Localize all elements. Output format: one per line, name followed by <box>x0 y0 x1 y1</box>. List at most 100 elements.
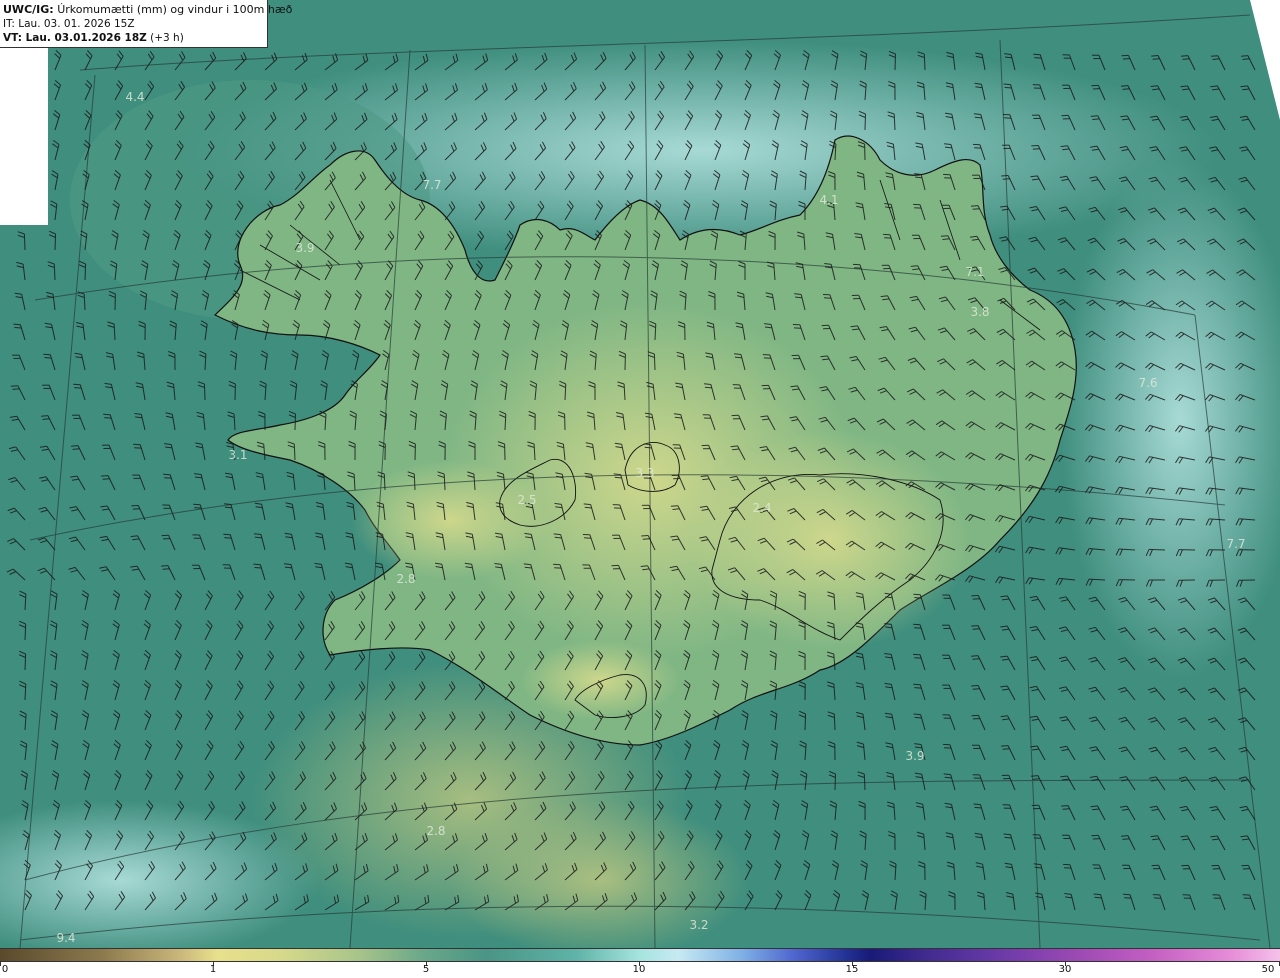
wind-barb-feather <box>672 508 680 510</box>
wind-barb-staff <box>24 623 27 641</box>
wind-barb-feather <box>1120 835 1128 837</box>
value-label: 3.1 <box>228 448 248 462</box>
value-label: 7.1 <box>965 265 985 279</box>
wind-barb-feather <box>943 773 951 776</box>
wind-barb-staff <box>1148 548 1166 551</box>
wind-barb-feather <box>101 475 109 477</box>
wind-barb-feather <box>1033 53 1041 56</box>
wind-barb-staff <box>834 773 836 791</box>
map-header: UWC/IG: Úrkomumætti (mm) og vindur i 100… <box>0 0 292 48</box>
wind-barb-feather <box>974 116 982 119</box>
wind-barb-staff <box>413 473 416 491</box>
wind-barb-feather <box>1030 775 1039 777</box>
wind-barb-feather <box>1122 88 1130 90</box>
value-label: 4.1 <box>819 193 839 207</box>
wind-barb-feather <box>942 238 950 240</box>
colorbar-strip <box>0 948 1280 962</box>
wind-barb-feather <box>914 687 922 689</box>
wind-barb-feather <box>972 628 980 630</box>
wind-barb-feather <box>1150 85 1158 87</box>
vt-suffix: (+3 h) <box>150 32 184 44</box>
header-title-row: UWC/IG: Úrkomumætti (mm) og vindur i 100… <box>3 3 292 17</box>
wind-barb-feather <box>253 563 261 566</box>
wind-barb-feather <box>702 478 710 481</box>
wind-barb-feather <box>40 415 48 417</box>
wind-barb-feather <box>1094 896 1102 899</box>
value-label: 3.9 <box>295 241 315 255</box>
wind-barb-feather <box>1003 83 1011 86</box>
wind-barb-staff <box>23 233 26 251</box>
precipitation-colorbar: 0 1 5 10 15 30 50 <box>0 948 1280 978</box>
wind-barb-feather <box>1212 58 1220 60</box>
wind-barb-feather <box>914 597 922 599</box>
wind-barb-feather <box>42 418 50 420</box>
wind-barb-feather <box>12 388 20 390</box>
value-label: 3.9 <box>905 749 925 763</box>
wind-barb-feather <box>1122 838 1130 840</box>
wind-barb-feather <box>1182 58 1190 60</box>
colorbar-label: 1 <box>209 964 217 975</box>
wind-barb-feather <box>972 688 980 690</box>
colorbar-label: 10 <box>632 964 646 975</box>
wind-barb-feather <box>161 565 169 567</box>
wind-barb-feather <box>614 476 622 479</box>
wind-barb-feather <box>944 776 952 779</box>
wind-barb-feather <box>1002 748 1010 750</box>
wind-barb-feather <box>971 625 979 627</box>
map-panel[interactable]: UWC/IG: Úrkomumætti (mm) og vindur i 100… <box>0 0 1280 948</box>
wind-barb-feather <box>971 685 979 687</box>
wind-barb-staff <box>653 353 656 371</box>
wind-barb-feather <box>974 806 982 809</box>
value-label: 3.2 <box>689 918 709 932</box>
wind-barb-feather <box>1004 86 1012 89</box>
wind-barb-feather <box>972 208 980 210</box>
colorbar-label: 5 <box>422 964 430 975</box>
wind-barb-feather <box>613 473 621 476</box>
value-label: 9.4 <box>56 931 76 945</box>
value-label: 2.8 <box>396 572 416 586</box>
wind-barb-feather <box>102 478 110 480</box>
wind-barb-feather <box>70 445 79 447</box>
wind-barb-staff <box>54 233 57 251</box>
wind-barb-feather <box>523 563 531 566</box>
wind-barb-feather <box>971 655 979 657</box>
wind-barb-feather <box>1210 55 1218 57</box>
wind-barb-staff <box>923 53 926 71</box>
wind-barb-feather <box>554 536 562 539</box>
wind-barb-feather <box>194 507 202 509</box>
wind-barb-feather <box>254 567 262 569</box>
wind-barb-feather <box>1152 58 1160 60</box>
value-label: 7.7 <box>422 178 442 192</box>
wind-barb-feather <box>1032 778 1040 780</box>
wind-barb-feather <box>912 268 920 271</box>
wind-barb-feather <box>553 533 561 536</box>
wind-barb-feather <box>1242 58 1250 60</box>
field-title: Úrkomumætti (mm) og vindur i 100m hæð <box>57 3 293 16</box>
wind-barb-feather <box>641 535 649 537</box>
wind-barb-feather <box>913 623 921 626</box>
wind-barb-feather <box>104 417 112 419</box>
wind-barb-feather <box>74 387 82 389</box>
wind-barb-feather <box>913 683 921 686</box>
wind-barb-feather <box>643 443 651 446</box>
wind-barb-staff <box>804 713 807 731</box>
wind-barb-feather <box>910 265 918 267</box>
wind-barb-staff <box>383 473 386 491</box>
value-label: 3.8 <box>970 305 990 319</box>
wind-barb-feather <box>970 205 979 207</box>
model-label: UWC/IG: <box>3 3 54 16</box>
wind-barb-feather <box>670 505 678 507</box>
wind-barb-feather <box>700 475 708 477</box>
wind-barb-feather <box>1002 178 1010 180</box>
wind-barb-feather <box>1001 175 1009 177</box>
wind-barb-feather <box>1090 115 1098 117</box>
colorbar-label: 15 <box>845 964 859 975</box>
wind-barb-feather <box>1093 893 1101 896</box>
wind-barb-feather <box>913 713 921 716</box>
it-value: Lau. 03. 01. 2026 15Z <box>18 18 135 30</box>
wind-barb-feather <box>223 533 231 536</box>
wind-barb-feather <box>644 446 652 449</box>
wind-barb-feather <box>940 235 948 237</box>
wind-barb-feather <box>13 323 21 326</box>
wind-barb-feather <box>1003 833 1011 836</box>
